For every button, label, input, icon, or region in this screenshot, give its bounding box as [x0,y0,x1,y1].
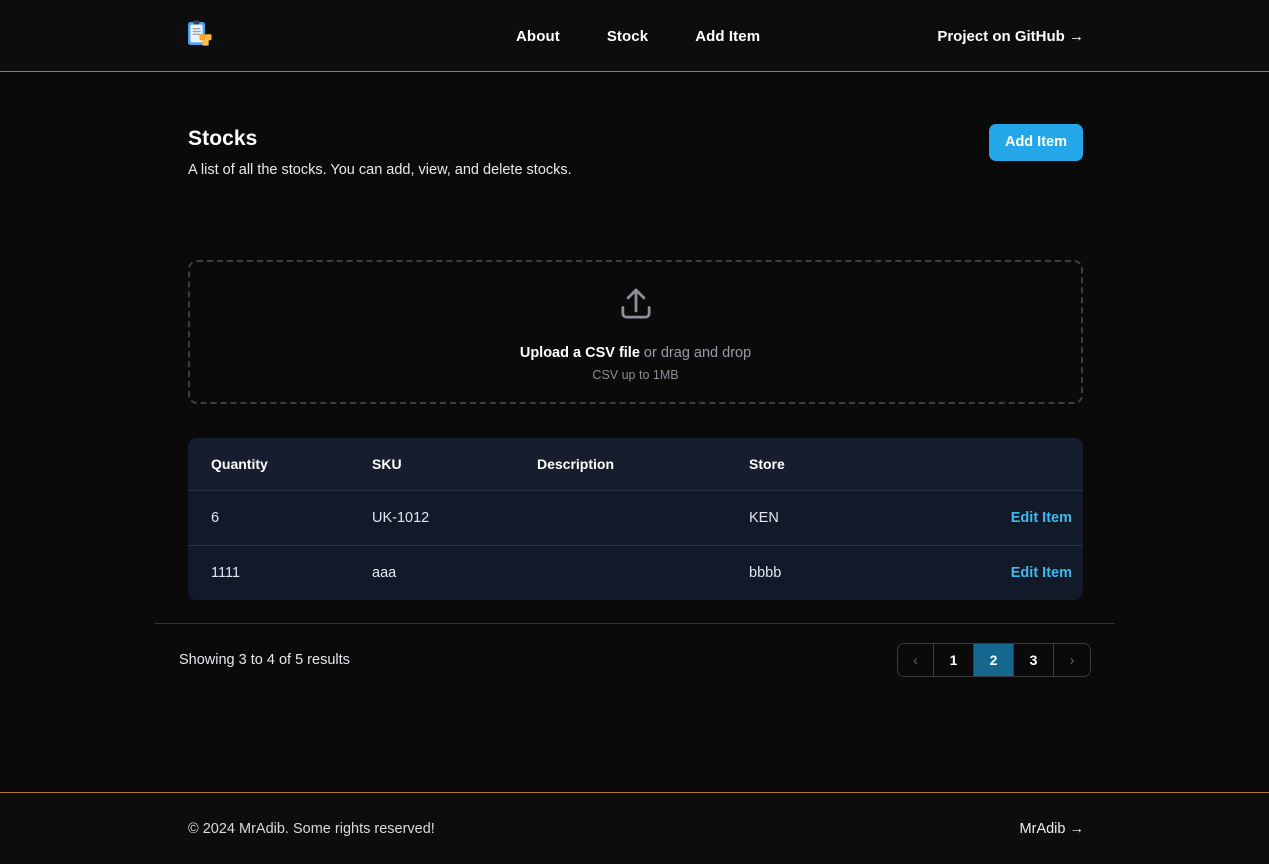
page-header-row: Stocks A list of all the stocks. You can… [188,124,1083,179]
cell-actions: Edit Item [979,545,1083,600]
column-header-store: Store [749,438,979,491]
page-subtitle: A list of all the stocks. You can add, v… [188,162,572,178]
upload-drag-text: or drag and drop [639,344,752,361]
cell-sku: UK-1012 [372,490,537,546]
cell-quantity: 6 [188,490,372,546]
app-root: About Stock Add Item Project on GitHub →… [0,0,1269,864]
top-navbar: About Stock Add Item Project on GitHub → [0,0,1269,72]
table-row: 1111 aaa bbbb Edit Item [188,545,1083,600]
site-footer: © 2024 MrAdib. Some rights reserved! MrA… [0,792,1269,864]
table-header-row: Quantity SKU Description Store [188,438,1083,491]
table-head: Quantity SKU Description Store [188,438,1083,491]
upload-primary-text: Upload a CSV file or drag and drop [520,344,751,362]
cell-sku: aaa [372,545,537,600]
pagination-next-icon[interactable]: › [1054,644,1090,676]
stocks-table: Quantity SKU Description Store 6 UK-1012… [188,438,1083,600]
table-body: 6 UK-1012 KEN Edit Item 1111 aaa bbbb Ed… [188,490,1083,600]
upload-hint-text: CSV up to 1MB [592,367,679,382]
edit-item-link[interactable]: Edit Item [1011,510,1072,526]
page-header-texts: Stocks A list of all the stocks. You can… [188,124,572,179]
cell-description [537,490,749,546]
page-title: Stocks [188,127,258,150]
nav-link-stock[interactable]: Stock [607,28,648,45]
stocks-table-container: Quantity SKU Description Store 6 UK-1012… [188,438,1083,600]
pagination-prev-icon[interactable]: ‹ [898,644,934,676]
add-item-button[interactable]: Add Item [988,124,1083,161]
cell-quantity: 1111 [188,545,372,600]
pagination-page-2[interactable]: 2 [974,644,1014,676]
cell-description [537,545,749,600]
brand-logo-link[interactable] [181,18,217,54]
primary-nav: About Stock Add Item [516,0,760,72]
pagination-page-1[interactable]: 1 [934,644,974,676]
nav-link-add-item[interactable]: Add Item [695,28,760,45]
github-link[interactable]: Project on GitHub → [937,0,1084,72]
edit-item-link[interactable]: Edit Item [1011,565,1072,581]
csv-upload-dropzone[interactable]: Upload a CSV file or drag and drop CSV u… [188,260,1083,404]
column-header-sku: SKU [372,438,537,491]
pagination-page-3[interactable]: 3 [1014,644,1054,676]
pagination-info: Showing 3 to 4 of 5 results [179,652,350,668]
column-header-description: Description [537,438,749,491]
footer-author-link[interactable]: MrAdib → [1020,821,1084,837]
nav-link-about[interactable]: About [516,28,560,45]
cell-actions: Edit Item [979,490,1083,546]
main-content: Stocks A list of all the stocks. You can… [0,72,1269,792]
column-header-quantity: Quantity [188,438,372,491]
footer-copyright: © 2024 MrAdib. Some rights reserved! [188,820,435,837]
table-row: 6 UK-1012 KEN Edit Item [188,490,1083,546]
cell-store: bbbb [749,545,979,600]
cell-store: KEN [749,490,979,546]
clipboard-boxes-icon [183,18,215,55]
column-header-actions [979,438,1083,491]
pagination-controls: ‹ 1 2 3 › [897,643,1091,677]
pagination-bar: Showing 3 to 4 of 5 results ‹ 1 2 3 › [155,624,1115,696]
upload-link-text[interactable]: Upload a CSV file [520,345,640,361]
upload-arrow-icon [615,283,657,330]
